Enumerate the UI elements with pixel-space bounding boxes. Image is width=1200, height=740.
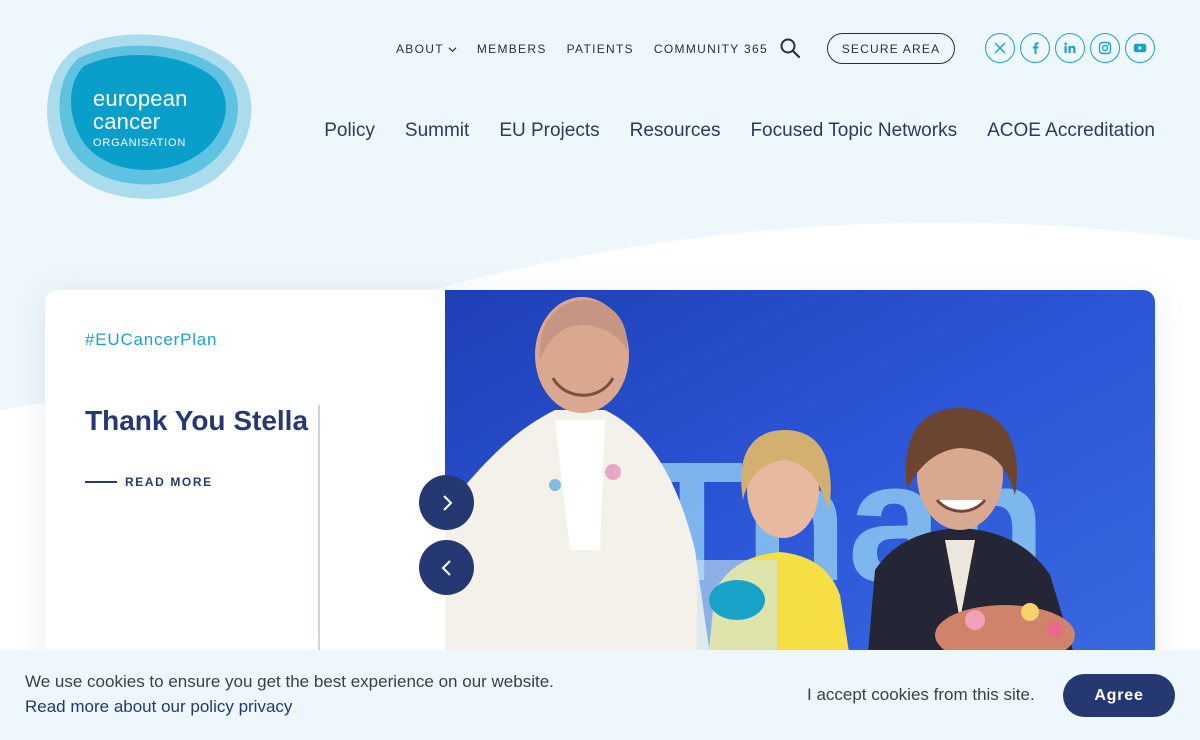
read-more-line (85, 481, 117, 483)
x-icon[interactable] (985, 33, 1015, 63)
read-more-label: READ MORE (125, 475, 213, 489)
topnav-about-label: ABOUT (396, 42, 444, 56)
main-nav: Policy Summit EU Projects Resources Focu… (294, 120, 1155, 142)
top-nav: ABOUT MEMBERS PATIENTS COMMUNITY 365 (396, 36, 788, 62)
hero-hashtag[interactable]: #EUCancerPlan (85, 330, 217, 350)
read-more-link[interactable]: READ MORE (85, 475, 213, 489)
vertical-divider (318, 405, 320, 665)
mainnav-eu-projects[interactable]: EU Projects (499, 120, 599, 142)
chevron-left-icon (441, 559, 451, 576)
topnav-patients[interactable]: PATIENTS (567, 42, 634, 56)
topnav-about[interactable]: ABOUT (396, 42, 457, 56)
secure-area-button[interactable]: SECURE AREA (827, 33, 955, 64)
chevron-down-icon (448, 46, 457, 52)
mainnav-resources[interactable]: Resources (630, 120, 721, 142)
hero-card: #EUCancerPlan Thank You Stella READ MORE… (45, 290, 1155, 690)
hero-photo[interactable]: Than (445, 290, 1155, 690)
cookie-message: We use cookies to ensure you get the bes… (25, 672, 554, 691)
cookie-accept-text: I accept cookies from this site. (807, 685, 1035, 704)
instagram-icon[interactable] (1090, 33, 1120, 63)
mainnav-focused-topic-networks[interactable]: Focused Topic Networks (750, 120, 957, 142)
hero-title[interactable]: Thank You Stella (85, 405, 308, 437)
hero-photo-illustration: Than (445, 290, 1155, 690)
logo-line-cancer: cancer (93, 109, 161, 134)
topnav-community[interactable]: COMMUNITY 365 (654, 42, 768, 56)
search-icon[interactable] (780, 38, 800, 58)
mainnav-acoe-accreditation[interactable]: ACOE Accreditation (987, 120, 1155, 142)
topnav-members[interactable]: MEMBERS (477, 42, 547, 56)
hero-text-panel: #EUCancerPlan Thank You Stella READ MORE (45, 290, 445, 690)
logo-line-european: european (93, 86, 188, 111)
site-logo[interactable]: european cancer ORGANISATION (44, 30, 256, 202)
mainnav-summit[interactable]: Summit (405, 120, 469, 142)
logo-line-organisation: ORGANISATION (93, 137, 187, 149)
youtube-icon[interactable] (1125, 33, 1155, 63)
cookie-policy-link[interactable]: Read more about our policy privacy (25, 697, 292, 717)
logo-text: european cancer ORGANISATION (93, 87, 188, 149)
facebook-icon[interactable] (1020, 33, 1050, 63)
mainnav-policy[interactable]: Policy (324, 120, 375, 142)
social-links (985, 33, 1160, 63)
cookie-banner: We use cookies to ensure you get the bes… (0, 650, 1200, 740)
agree-button[interactable]: Agree (1063, 674, 1175, 717)
linkedin-icon[interactable] (1055, 33, 1085, 63)
chevron-right-icon (442, 494, 452, 511)
slider-prev-button[interactable] (419, 540, 474, 595)
slider-next-button[interactable] (419, 475, 474, 530)
